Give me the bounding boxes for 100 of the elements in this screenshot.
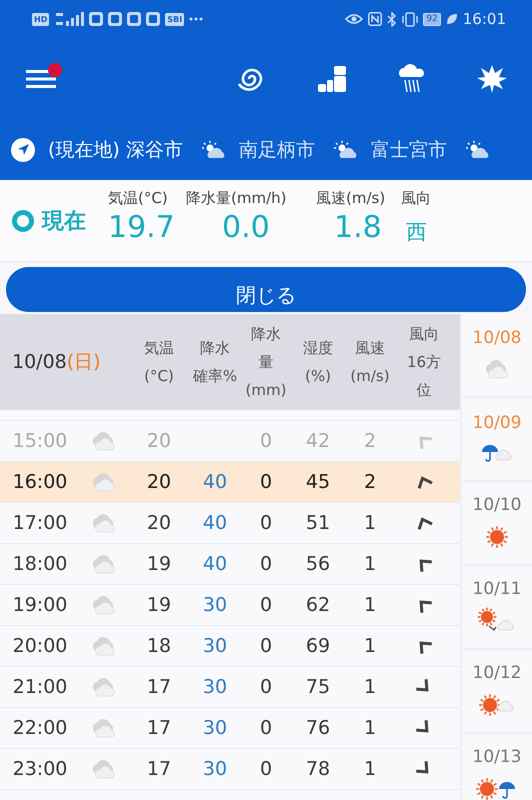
location-tab[interactable]: (現在地) 深谷市 — [10, 137, 201, 163]
day-tab[interactable]: 10/12 — [462, 650, 532, 732]
precip-chance-cell-text: 40 — [202, 471, 228, 493]
wind-speed-cell-text: 1 — [362, 512, 378, 534]
precip-amount-cell-text: 0 — [258, 553, 274, 575]
hour-time: 15:00 — [12, 430, 68, 452]
column-header: 風向 — [409, 324, 439, 345]
reading-value: 西 — [405, 219, 428, 246]
reading-value: 1.8 — [333, 209, 383, 247]
current-marker-icon — [12, 210, 34, 232]
app-icon — [146, 12, 160, 26]
humidity-cell-text: 42 — [304, 430, 332, 452]
day-tab[interactable]: 10/13 — [462, 734, 532, 800]
column-header: 16方 — [406, 352, 442, 373]
bluetooth-icon — [387, 12, 398, 26]
sun-cloud-icon[interactable] — [464, 140, 491, 160]
location-tab[interactable]: 南足柄市 — [200, 137, 333, 163]
precip-amount-cell-text: 0 — [258, 717, 274, 739]
temperature-cell-text: 17 — [146, 676, 172, 698]
app-icon — [108, 12, 122, 26]
nfc-icon — [368, 12, 382, 26]
day-tab[interactable]: 10/10 — [462, 482, 532, 564]
hour-time: 19:00 — [12, 594, 68, 616]
day-tab[interactable]: 10/08 — [462, 314, 532, 396]
precip-amount-cell-text: 0 — [258, 512, 274, 534]
day-tab[interactable]: 10/11 — [462, 566, 532, 648]
hour-time: 18:00 — [12, 553, 68, 575]
wind-speed-cell-text: 2 — [362, 471, 378, 493]
reading-label: 降水量(mm/h) — [186, 189, 288, 208]
reading-label: 気温(°C) — [108, 189, 169, 208]
temperature-cell-text: 19 — [146, 594, 172, 616]
sun-cloud-icon — [332, 140, 359, 160]
wind-speed-cell-text: 1 — [362, 676, 378, 698]
column-header: 量 — [258, 352, 274, 373]
precip-amount-cell-text: 0 — [258, 635, 274, 657]
signal-icon — [54, 11, 84, 27]
column-header: 位 — [416, 380, 432, 401]
column-header: 湿度 — [303, 338, 333, 359]
reading-label: 風向 — [401, 189, 432, 208]
column-header: (m/s) — [350, 366, 390, 387]
hour-time: 21:00 — [12, 676, 68, 698]
column-header: 風速 — [355, 338, 385, 359]
precip-chance-cell-text: 30 — [202, 717, 228, 739]
temperature-cell-text: 17 — [146, 717, 172, 739]
wind-speed-cell-text: 1 — [362, 594, 378, 616]
column-header: 降水 — [200, 338, 230, 359]
temperature-cell-text: 18 — [146, 635, 172, 657]
wind-speed-cell-text: 1 — [362, 553, 378, 575]
hour-time: 17:00 — [12, 512, 68, 534]
precip-chance-cell-text: 30 — [202, 758, 228, 780]
reading-value: 19.7 — [108, 209, 176, 247]
reading-value: 0.0 — [221, 209, 271, 247]
hour-time: 20:00 — [12, 635, 68, 657]
day-tab[interactable]: 10/09 — [462, 398, 532, 480]
sun-icon — [483, 523, 511, 551]
hour-time: 22:00 — [12, 717, 68, 739]
precip-amount-cell-text: 0 — [258, 471, 274, 493]
humidity-cell-text: 45 — [304, 471, 332, 493]
vibrate-icon — [402, 12, 418, 26]
temperature-cell-text: 20 — [146, 430, 172, 452]
column-header: (%) — [305, 366, 331, 387]
sun-cloud-icon — [200, 140, 227, 160]
hour-time: 23:00 — [12, 758, 68, 780]
temperature-cell-text: 20 — [146, 471, 172, 493]
humidity-cell-text: 62 — [304, 594, 332, 616]
humidity-cell-text: 69 — [304, 635, 332, 657]
temperature-cell-text: 20 — [146, 512, 172, 534]
wind-speed-cell-text: 1 — [362, 635, 378, 657]
precip-chance-cell-text: 30 — [202, 635, 228, 657]
temperature-cell-text: 19 — [146, 553, 172, 575]
temperature-cell-text: 17 — [146, 758, 172, 780]
location-tab[interactable]: 富士宮市 — [332, 137, 465, 163]
wind-speed-cell-text: 1 — [362, 758, 378, 780]
humidity-cell-text: 51 — [304, 512, 332, 534]
menu-icon — [26, 69, 56, 89]
app-icon — [89, 12, 104, 26]
humidity-cell-text: 76 — [304, 717, 332, 739]
precip-chance-cell-text: 40 — [202, 512, 228, 534]
current-label: 現在 — [42, 208, 86, 236]
weekday-label: (日) — [66, 350, 101, 375]
more-icon — [189, 17, 204, 21]
wind-speed-cell-text: 2 — [362, 430, 378, 452]
humidity-cell-text: 78 — [304, 758, 332, 780]
hour-time: 16:00 — [12, 471, 68, 493]
clock-time: 16:01 — [462, 10, 506, 28]
column-header: 気温 — [144, 338, 174, 359]
humidity-cell-text: 56 — [304, 553, 332, 575]
precip-chance-cell-text: 30 — [202, 594, 228, 616]
column-header: 降水 — [251, 324, 281, 345]
battery-indicator: 92 — [423, 12, 441, 26]
status-badge: SBI — [165, 12, 184, 26]
close-button[interactable]: 閉じる — [6, 267, 526, 312]
precip-chance-cell-text: 40 — [202, 553, 228, 575]
precip-chance-cell-text: 30 — [202, 676, 228, 698]
table-date: 10/08 — [12, 351, 67, 373]
precip-amount-cell-text: 0 — [258, 594, 274, 616]
precip-amount-cell-text: 0 — [258, 758, 274, 780]
column-header: 確率% — [192, 366, 238, 387]
eye-icon — [345, 13, 364, 25]
column-header: (mm) — [246, 380, 286, 401]
